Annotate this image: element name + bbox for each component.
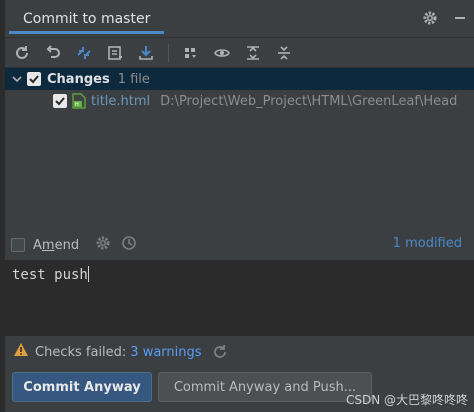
commit-message-text: test push bbox=[12, 267, 88, 283]
title-icons bbox=[422, 10, 468, 26]
file-path: D:\Project\Web_Project\HTML\GreenLeaf\He… bbox=[160, 93, 458, 109]
file-row[interactable]: H title.html D:\Project\Web_Project\HTML… bbox=[5, 90, 474, 112]
warnings-link[interactable]: 3 warnings bbox=[130, 345, 201, 360]
refresh-icon[interactable] bbox=[11, 42, 33, 64]
watermark: CSDN @大巴黎咚咚咚 bbox=[345, 393, 468, 407]
tab-commit[interactable]: Commit to master bbox=[9, 4, 165, 34]
minimize-icon[interactable] bbox=[452, 10, 468, 26]
diff-icon[interactable] bbox=[73, 42, 95, 64]
eye-icon[interactable] bbox=[211, 42, 233, 64]
commit-toolbar bbox=[5, 38, 474, 68]
commit-anyway-button[interactable]: Commit Anyway bbox=[12, 372, 152, 402]
expand-all-icon[interactable] bbox=[242, 42, 264, 64]
amend-checkbox[interactable] bbox=[11, 238, 25, 252]
changes-file-count: 1 file bbox=[117, 71, 150, 87]
update-icon[interactable] bbox=[135, 42, 157, 64]
html-file-icon: H bbox=[71, 93, 87, 109]
changes-group-label: Changes bbox=[47, 71, 110, 87]
text-caret bbox=[87, 266, 89, 282]
toolbar-separator bbox=[168, 43, 169, 62]
changes-tree: Changes 1 file H title.html D:\Project\W… bbox=[5, 68, 474, 228]
amend-label[interactable]: Amend bbox=[33, 238, 79, 253]
collapse-all-icon[interactable] bbox=[273, 42, 295, 64]
amend-bar: Amend 1 modified bbox=[5, 232, 474, 258]
checks-status: Checks failed: 3 warnings bbox=[5, 340, 474, 364]
amend-icons bbox=[95, 235, 137, 255]
gear-icon[interactable] bbox=[422, 10, 438, 26]
gear-icon[interactable] bbox=[95, 235, 111, 255]
commit-and-push-button[interactable]: Commit Anyway and Push... bbox=[158, 372, 372, 402]
file-checkbox[interactable] bbox=[53, 94, 67, 108]
changes-checkbox[interactable] bbox=[27, 72, 41, 86]
svg-text:H: H bbox=[75, 102, 79, 108]
chevron-down-icon[interactable] bbox=[11, 73, 23, 85]
commit-message-input[interactable]: test push bbox=[5, 260, 474, 336]
warning-icon bbox=[13, 342, 29, 362]
clock-icon[interactable] bbox=[121, 235, 137, 255]
group-by-icon[interactable] bbox=[180, 42, 202, 64]
checks-failed-label: Checks failed: bbox=[35, 344, 127, 360]
changes-group-row[interactable]: Changes 1 file bbox=[5, 68, 474, 90]
title-bar: Commit to master bbox=[5, 0, 474, 38]
modified-link[interactable]: 1 modified bbox=[393, 236, 462, 251]
file-name: title.html bbox=[91, 93, 151, 109]
shelve-icon[interactable] bbox=[104, 42, 126, 64]
rollback-icon[interactable] bbox=[42, 42, 64, 64]
rerun-checks-icon[interactable] bbox=[212, 344, 228, 360]
